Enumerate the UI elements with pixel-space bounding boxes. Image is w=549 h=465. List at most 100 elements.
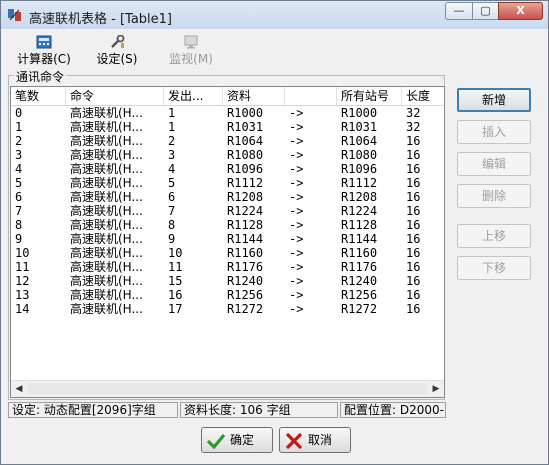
cell-length: 16 [406, 204, 421, 218]
title-bar[interactable]: 高速联机表格 - [Table1] — ▢ X [1, 1, 548, 29]
cancel-button[interactable]: 取消 [279, 427, 351, 453]
cell-index: 9 [15, 232, 23, 246]
cell-direction: -> [289, 274, 304, 288]
cell-sender: 3 [168, 148, 176, 162]
cell-index: 14 [15, 302, 30, 316]
cell-direction: -> [289, 162, 304, 176]
cell-direction: -> [289, 120, 304, 134]
table-row[interactable]: 2 高速联机(H... 2 R1064 -> R1064 16 [11, 134, 444, 148]
header-station[interactable]: 所有站号 [337, 87, 402, 105]
table-row[interactable]: 8 高速联机(H... 8 R1128 -> R1128 16 [11, 218, 444, 232]
monitor-icon [184, 35, 198, 49]
cell-index: 5 [15, 176, 23, 190]
table-row[interactable]: 13 高速联机(H... 16 R1256 -> R1256 16 [11, 288, 444, 302]
cell-length: 16 [406, 260, 421, 274]
table-row[interactable]: 0 高速联机(H... 1 R1000 -> R1000 32 [11, 106, 444, 120]
edit-button[interactable]: 编辑 [457, 152, 531, 176]
cell-command: 高速联机(H... [70, 120, 143, 134]
command-list[interactable]: 笔数 命令 发出... 资料 所有站号 长度 0 高速联机(H... 1 R1000 -… [10, 86, 445, 398]
cell-data: R1112 [227, 176, 264, 190]
scroll-right-arrow[interactable]: ▶ [428, 381, 444, 397]
cell-length: 16 [406, 162, 421, 176]
header-direction[interactable] [285, 87, 337, 105]
header-length[interactable]: 长度 [402, 87, 444, 105]
cell-sender: 1 [168, 106, 176, 120]
settings-label: 设定(S) [96, 52, 138, 66]
cell-station: R1240 [341, 274, 378, 288]
cell-command: 高速联机(H... [70, 190, 143, 204]
maximize-button[interactable]: ▢ [472, 2, 499, 20]
delete-button[interactable]: 删除 [457, 184, 531, 208]
cell-station: R1096 [341, 162, 378, 176]
cell-command: 高速联机(H... [70, 218, 143, 232]
calculator-icon [36, 35, 52, 49]
settings-button[interactable]: 设定(S) [89, 33, 145, 67]
cell-station: R1031 [341, 120, 378, 134]
table-row[interactable]: 11 高速联机(H... 11 R1176 -> R1176 16 [11, 260, 444, 274]
cell-direction: -> [289, 232, 304, 246]
status-setting: 设定: 动态配置[2096]字组 [8, 402, 178, 418]
table-row[interactable]: 3 高速联机(H... 3 R1080 -> R1080 16 [11, 148, 444, 162]
cell-length: 16 [406, 288, 421, 302]
scroll-thumb[interactable] [28, 383, 427, 394]
cell-station: R1080 [341, 148, 378, 162]
cell-station: R1256 [341, 288, 378, 302]
table-row[interactable]: 1 高速联机(H... 1 R1031 -> R1031 32 [11, 120, 444, 134]
header-sender[interactable]: 发出... [164, 87, 223, 105]
cell-command: 高速联机(H... [70, 204, 143, 218]
main-window: 高速联机表格 - [Table1] — ▢ X 计算器(C) 设定(S) 监视(… [0, 0, 549, 465]
cell-station: R1176 [341, 260, 378, 274]
cell-direction: -> [289, 302, 304, 316]
monitor-label: 监视(M) [169, 52, 213, 66]
cell-sender: 11 [168, 260, 183, 274]
cancel-x-icon [285, 432, 303, 449]
cell-station: R1208 [341, 190, 378, 204]
cell-length: 16 [406, 134, 421, 148]
cell-index: 8 [15, 218, 23, 232]
status-config-position: 配置位置: D2000-D [340, 402, 446, 418]
app-icon [8, 9, 21, 21]
move-up-button[interactable]: 上移 [457, 224, 531, 248]
cell-length: 16 [406, 148, 421, 162]
toolbar: 计算器(C) 设定(S) 监视(M) [5, 31, 544, 67]
cell-station: R1064 [341, 134, 378, 148]
table-row[interactable]: 9 高速联机(H... 9 R1144 -> R1144 16 [11, 232, 444, 246]
close-button[interactable]: X [498, 2, 543, 20]
table-row[interactable]: 7 高速联机(H... 7 R1224 -> R1224 16 [11, 204, 444, 218]
cell-command: 高速联机(H... [70, 106, 143, 120]
list-header: 笔数 命令 发出... 资料 所有站号 长度 [11, 87, 444, 106]
table-row[interactable]: 6 高速联机(H... 6 R1208 -> R1208 16 [11, 190, 444, 204]
table-row[interactable]: 10 高速联机(H... 10 R1160 -> R1160 16 [11, 246, 444, 260]
cell-data: R1128 [227, 218, 264, 232]
cell-command: 高速联机(H... [70, 232, 143, 246]
header-index[interactable]: 笔数 [11, 87, 66, 105]
table-row[interactable]: 12 高速联机(H... 15 R1240 -> R1240 16 [11, 274, 444, 288]
move-down-button[interactable]: 下移 [457, 256, 531, 280]
cell-length: 16 [406, 246, 421, 260]
cell-length: 32 [406, 120, 421, 134]
monitor-button[interactable]: 监视(M) [163, 33, 219, 67]
cell-index: 4 [15, 162, 23, 176]
insert-button[interactable]: 插入 [457, 120, 531, 144]
cell-command: 高速联机(H... [70, 134, 143, 148]
cell-direction: -> [289, 204, 304, 218]
cell-command: 高速联机(H... [70, 260, 143, 274]
cell-data: R1080 [227, 148, 264, 162]
add-button[interactable]: 新增 [457, 88, 531, 112]
cell-sender: 5 [168, 176, 176, 190]
horizontal-scrollbar[interactable]: ◀ ▶ [11, 380, 444, 397]
cell-data: R1160 [227, 246, 264, 260]
cell-sender: 8 [168, 218, 176, 232]
minimize-button[interactable]: — [445, 2, 473, 20]
calculator-button[interactable]: 计算器(C) [9, 33, 79, 67]
header-data[interactable]: 资料 [223, 87, 285, 105]
table-row[interactable]: 4 高速联机(H... 4 R1096 -> R1096 16 [11, 162, 444, 176]
scroll-left-arrow[interactable]: ◀ [11, 381, 27, 397]
cell-sender: 17 [168, 302, 183, 316]
header-command[interactable]: 命令 [66, 87, 164, 105]
cell-sender: 9 [168, 232, 176, 246]
cell-data: R1272 [227, 302, 264, 316]
table-row[interactable]: 14 高速联机(H... 17 R1272 -> R1272 16 [11, 302, 444, 316]
table-row[interactable]: 5 高速联机(H... 5 R1112 -> R1112 16 [11, 176, 444, 190]
ok-button[interactable]: 确定 [201, 427, 273, 453]
